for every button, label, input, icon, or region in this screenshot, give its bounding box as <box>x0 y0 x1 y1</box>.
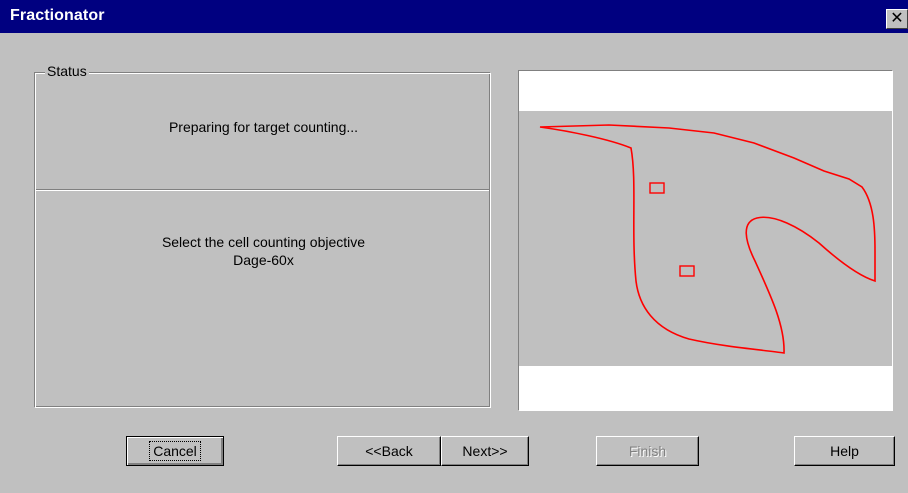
instruction-text: Select the cell counting objective Dage-… <box>35 233 492 269</box>
window-title: Fractionator <box>10 7 105 24</box>
status-divider <box>36 189 489 191</box>
title-bar[interactable]: Fractionator ✕ <box>0 0 908 33</box>
status-group: Status Preparing for target counting... … <box>34 63 492 408</box>
cancel-button[interactable]: Cancel <box>126 436 224 466</box>
back-button[interactable]: <<Back <box>337 436 441 466</box>
fractionator-dialog: Fractionator ✕ Status Preparing for targ… <box>0 0 908 493</box>
preview-top-band <box>519 71 892 111</box>
section-preview <box>518 70 893 411</box>
preview-image-area <box>519 111 892 366</box>
preview-canvas <box>519 71 892 410</box>
cancel-button-label: Cancel <box>149 441 201 461</box>
next-button[interactable]: Next>> <box>441 436 529 466</box>
help-button[interactable]: Help <box>794 436 895 466</box>
close-icon: ✕ <box>890 10 904 27</box>
status-legend: Status <box>45 63 89 79</box>
instruction-line-2: Dage-60x <box>233 252 294 268</box>
instruction-line-1: Select the cell counting objective <box>161 234 366 250</box>
close-button[interactable]: ✕ <box>886 9 908 29</box>
preview-bottom-band <box>519 366 892 410</box>
status-message: Preparing for target counting... <box>168 119 359 135</box>
finish-button: Finish <box>596 436 699 466</box>
